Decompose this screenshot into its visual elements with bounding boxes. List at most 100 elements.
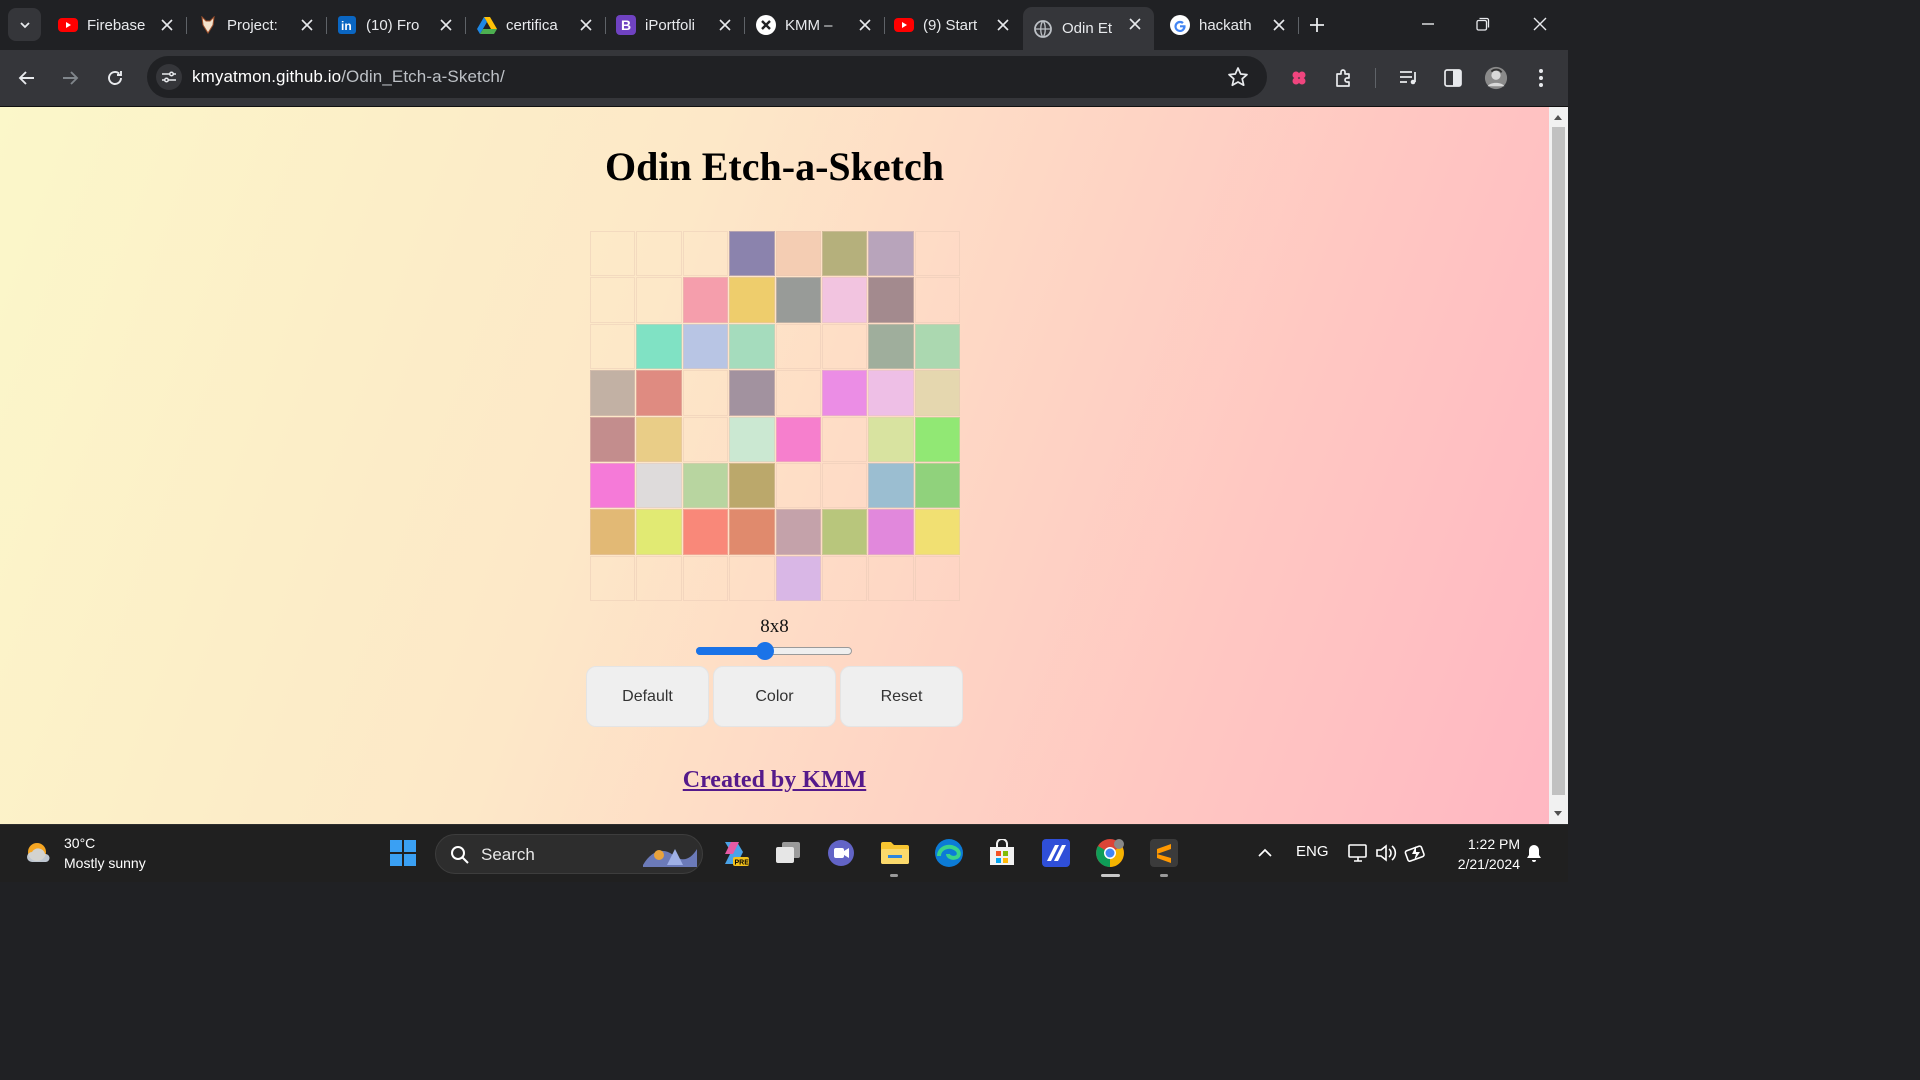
taskbar-search[interactable]: Search bbox=[435, 834, 703, 874]
grid-cell[interactable] bbox=[821, 370, 868, 416]
grid-cell[interactable] bbox=[914, 416, 960, 462]
close-icon[interactable] bbox=[158, 16, 176, 34]
grid-cell[interactable] bbox=[914, 323, 960, 370]
bookmark-star-button[interactable] bbox=[1227, 66, 1249, 88]
grid-cell[interactable] bbox=[868, 277, 914, 323]
grid-cell[interactable] bbox=[775, 462, 821, 509]
grid-cell[interactable] bbox=[775, 416, 821, 462]
language-indicator[interactable]: ENG bbox=[1296, 843, 1329, 860]
volume-button[interactable] bbox=[1369, 836, 1403, 870]
grid-cell[interactable] bbox=[914, 231, 960, 277]
grid-cell[interactable] bbox=[729, 416, 775, 462]
extension-button[interactable] bbox=[1287, 66, 1311, 90]
battery-button[interactable] bbox=[1399, 836, 1433, 870]
grid-cell[interactable] bbox=[729, 555, 775, 601]
new-tab-button[interactable] bbox=[1306, 14, 1328, 36]
grid-cell[interactable] bbox=[590, 509, 636, 555]
taskbar-task-view[interactable] bbox=[771, 836, 805, 870]
grid-cell[interactable] bbox=[590, 555, 636, 601]
grid-cell[interactable] bbox=[821, 555, 868, 601]
forward-button[interactable] bbox=[58, 66, 82, 90]
slider-thumb[interactable] bbox=[755, 642, 774, 660]
site-info-button[interactable] bbox=[156, 64, 182, 90]
color-button[interactable]: Color bbox=[713, 666, 836, 727]
close-icon[interactable] bbox=[994, 16, 1012, 34]
close-icon[interactable] bbox=[716, 16, 734, 34]
grid-cell[interactable] bbox=[682, 555, 729, 601]
grid-cell[interactable] bbox=[682, 231, 729, 277]
tab-kmm[interactable]: KMM – bbox=[746, 8, 885, 42]
grid-cell[interactable] bbox=[821, 462, 868, 509]
grid-cell[interactable] bbox=[775, 323, 821, 370]
grid-cell[interactable] bbox=[868, 555, 914, 601]
grid-cell[interactable] bbox=[636, 370, 682, 416]
grid-cell[interactable] bbox=[821, 277, 868, 323]
grid-cell[interactable] bbox=[821, 231, 868, 277]
grid-cell[interactable] bbox=[868, 509, 914, 555]
grid-cell[interactable] bbox=[868, 462, 914, 509]
default-button[interactable]: Default bbox=[586, 666, 709, 727]
close-icon[interactable] bbox=[298, 16, 316, 34]
vertical-scrollbar[interactable] bbox=[1549, 107, 1568, 824]
address-bar[interactable]: kmyatmon.github.io/Odin_Etch-a-Sketch/ bbox=[147, 56, 1267, 98]
grid-cell[interactable] bbox=[682, 370, 729, 416]
media-controls-button[interactable] bbox=[1397, 66, 1421, 90]
scroll-down-arrow-icon[interactable] bbox=[1554, 811, 1562, 816]
grid-cell[interactable] bbox=[868, 231, 914, 277]
extensions-menu-button[interactable] bbox=[1332, 66, 1356, 90]
tab-linkedin[interactable]: in (10) Fro bbox=[327, 8, 466, 42]
taskbar-meet[interactable] bbox=[824, 836, 858, 870]
url-text[interactable]: kmyatmon.github.io/Odin_Etch-a-Sketch/ bbox=[192, 67, 505, 87]
close-icon[interactable] bbox=[437, 16, 455, 34]
grid-cell[interactable] bbox=[775, 370, 821, 416]
grid-cell[interactable] bbox=[636, 277, 682, 323]
grid-cell[interactable] bbox=[590, 416, 636, 462]
grid-cell[interactable] bbox=[914, 555, 960, 601]
taskbar-chrome[interactable] bbox=[1093, 836, 1127, 870]
grid-cell[interactable] bbox=[821, 323, 868, 370]
grid-cell[interactable] bbox=[821, 416, 868, 462]
minimize-button[interactable] bbox=[1416, 12, 1440, 36]
side-panel-button[interactable] bbox=[1441, 66, 1465, 90]
grid-cell[interactable] bbox=[914, 277, 960, 323]
tab-odin-active[interactable]: Odin Et bbox=[1023, 7, 1154, 50]
tab-search-button[interactable] bbox=[8, 8, 41, 41]
grid-cell[interactable] bbox=[636, 231, 682, 277]
grid-size-slider[interactable] bbox=[696, 642, 852, 660]
tab-hackathon[interactable]: hackath bbox=[1160, 8, 1299, 42]
grid-cell[interactable] bbox=[775, 231, 821, 277]
grid-cell[interactable] bbox=[636, 462, 682, 509]
grid-cell[interactable] bbox=[636, 509, 682, 555]
grid-cell[interactable] bbox=[821, 509, 868, 555]
reset-button[interactable]: Reset bbox=[840, 666, 963, 727]
restore-button[interactable] bbox=[1471, 12, 1495, 36]
close-icon[interactable] bbox=[856, 16, 874, 34]
scrollbar-thumb[interactable] bbox=[1552, 127, 1565, 795]
grid-cell[interactable] bbox=[682, 462, 729, 509]
grid-cell[interactable] bbox=[590, 231, 636, 277]
grid-cell[interactable] bbox=[868, 416, 914, 462]
tab-iportfolio[interactable]: B iPortfoli bbox=[606, 8, 745, 42]
grid-cell[interactable] bbox=[636, 555, 682, 601]
taskbar-store[interactable] bbox=[985, 836, 1019, 870]
taskbar-sublime[interactable] bbox=[1147, 836, 1181, 870]
grid-cell[interactable] bbox=[729, 370, 775, 416]
close-icon[interactable] bbox=[577, 16, 595, 34]
weather-widget[interactable]: 30°C Mostly sunny bbox=[24, 833, 146, 873]
grid-cell[interactable] bbox=[682, 416, 729, 462]
tab-certificate[interactable]: certifica bbox=[467, 8, 606, 42]
grid-cell[interactable] bbox=[914, 509, 960, 555]
close-icon[interactable] bbox=[1126, 15, 1144, 33]
grid-cell[interactable] bbox=[729, 509, 775, 555]
grid-cell[interactable] bbox=[590, 277, 636, 323]
system-clock[interactable]: 1:22 PM 2/21/2024 bbox=[1440, 834, 1520, 874]
show-hidden-icons-button[interactable] bbox=[1248, 836, 1282, 870]
tab-start[interactable]: (9) Start bbox=[884, 8, 1022, 42]
close-icon[interactable] bbox=[1270, 16, 1288, 34]
reload-button[interactable] bbox=[103, 66, 127, 90]
chrome-menu-button[interactable] bbox=[1529, 66, 1553, 90]
taskbar-app-blue[interactable] bbox=[1039, 836, 1073, 870]
start-button[interactable] bbox=[386, 836, 420, 870]
taskbar-file-explorer[interactable] bbox=[878, 836, 912, 870]
grid-cell[interactable] bbox=[729, 277, 775, 323]
